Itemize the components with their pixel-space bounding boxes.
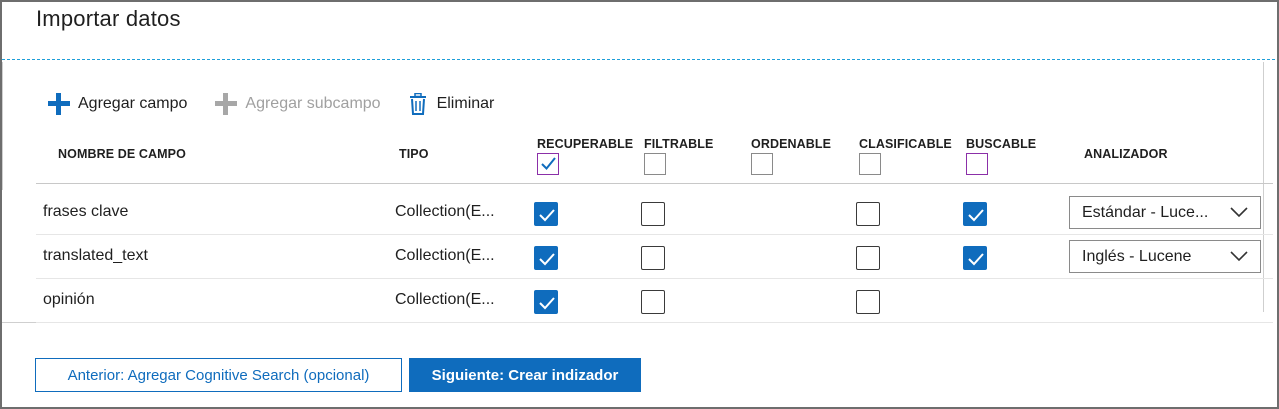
analyzer-select[interactable]: Estándar - Luce... — [1069, 196, 1261, 229]
searchable-checkbox[interactable] — [963, 202, 987, 226]
searchable-all-checkbox[interactable] — [966, 153, 988, 175]
field-type: Collection(E... — [395, 203, 495, 220]
left-border — [2, 322, 36, 323]
scrollbar-track[interactable] — [1263, 62, 1264, 312]
facetable-checkbox[interactable] — [856, 246, 880, 270]
filterable-checkbox[interactable] — [641, 290, 665, 314]
add-field-button[interactable]: Agregar campo — [48, 93, 187, 115]
facetable-checkbox[interactable] — [856, 202, 880, 226]
field-name: translated_text — [43, 247, 148, 264]
analyzer-value: Inglés - Lucene — [1082, 247, 1192, 265]
filterable-checkbox[interactable] — [641, 202, 665, 226]
row-divider — [36, 278, 1273, 279]
checkmark-icon — [539, 253, 555, 266]
field-type: Collection(E... — [395, 291, 495, 308]
row-divider — [36, 234, 1273, 235]
col-header-type: TIPO — [399, 147, 429, 161]
facetable-checkbox[interactable] — [856, 290, 880, 314]
row-divider — [36, 322, 1273, 323]
add-subfield-button[interactable]: Agregar subcampo — [215, 93, 381, 115]
filterable-all-checkbox[interactable] — [644, 153, 666, 175]
analyzer-value: Estándar - Luce... — [1082, 203, 1209, 221]
col-header-searchable: BUSCABLE — [966, 137, 1037, 151]
add-field-label: Agregar campo — [78, 95, 188, 112]
add-subfield-label: Agregar subcampo — [245, 95, 381, 112]
analyzer-select[interactable]: Inglés - Lucene — [1069, 240, 1261, 273]
col-header-facetable: CLASIFICABLE — [859, 137, 952, 151]
col-header-sortable: ORDENABLE — [751, 137, 832, 151]
checkmark-icon — [968, 253, 984, 266]
retrievable-all-checkbox[interactable] — [537, 153, 559, 175]
plus-icon — [215, 93, 238, 115]
next-button[interactable]: Siguiente: Crear indizador — [409, 358, 641, 392]
facetable-all-checkbox[interactable] — [859, 153, 881, 175]
chevron-down-icon — [1230, 207, 1248, 218]
plus-icon — [48, 93, 70, 115]
searchable-checkbox[interactable] — [963, 246, 987, 270]
col-header-analyzer: ANALIZADOR — [1084, 147, 1168, 161]
field-type: Collection(E... — [395, 247, 495, 264]
checkmark-icon — [539, 297, 555, 310]
checkmark-icon — [539, 209, 555, 222]
retrievable-checkbox[interactable] — [534, 202, 558, 226]
chevron-down-icon — [1230, 251, 1248, 262]
col-header-retrievable: RECUPERABLE — [537, 137, 634, 151]
retrievable-checkbox[interactable] — [534, 246, 558, 270]
col-header-name: NOMBRE DE CAMPO — [58, 147, 186, 161]
title-divider — [2, 59, 1275, 60]
retrievable-checkbox[interactable] — [534, 290, 558, 314]
header-divider — [36, 183, 1273, 184]
sortable-all-checkbox[interactable] — [751, 153, 773, 175]
field-name: opinión — [43, 291, 95, 308]
col-header-filterable: FILTRABLE — [644, 137, 714, 151]
field-name: frases clave — [43, 203, 129, 220]
left-border — [2, 62, 3, 190]
checkmark-icon — [968, 209, 984, 222]
previous-button[interactable]: Anterior: Agregar Cognitive Search (opci… — [35, 358, 402, 392]
delete-button[interactable]: Eliminar — [409, 93, 495, 115]
filterable-checkbox[interactable] — [641, 246, 665, 270]
checkmark-icon — [541, 157, 556, 170]
page-title: Importar datos — [36, 6, 181, 31]
trash-icon — [409, 93, 426, 115]
toolbar: Agregar campo Agregar subcampo Eliminar — [48, 92, 522, 116]
delete-label: Eliminar — [436, 95, 495, 112]
